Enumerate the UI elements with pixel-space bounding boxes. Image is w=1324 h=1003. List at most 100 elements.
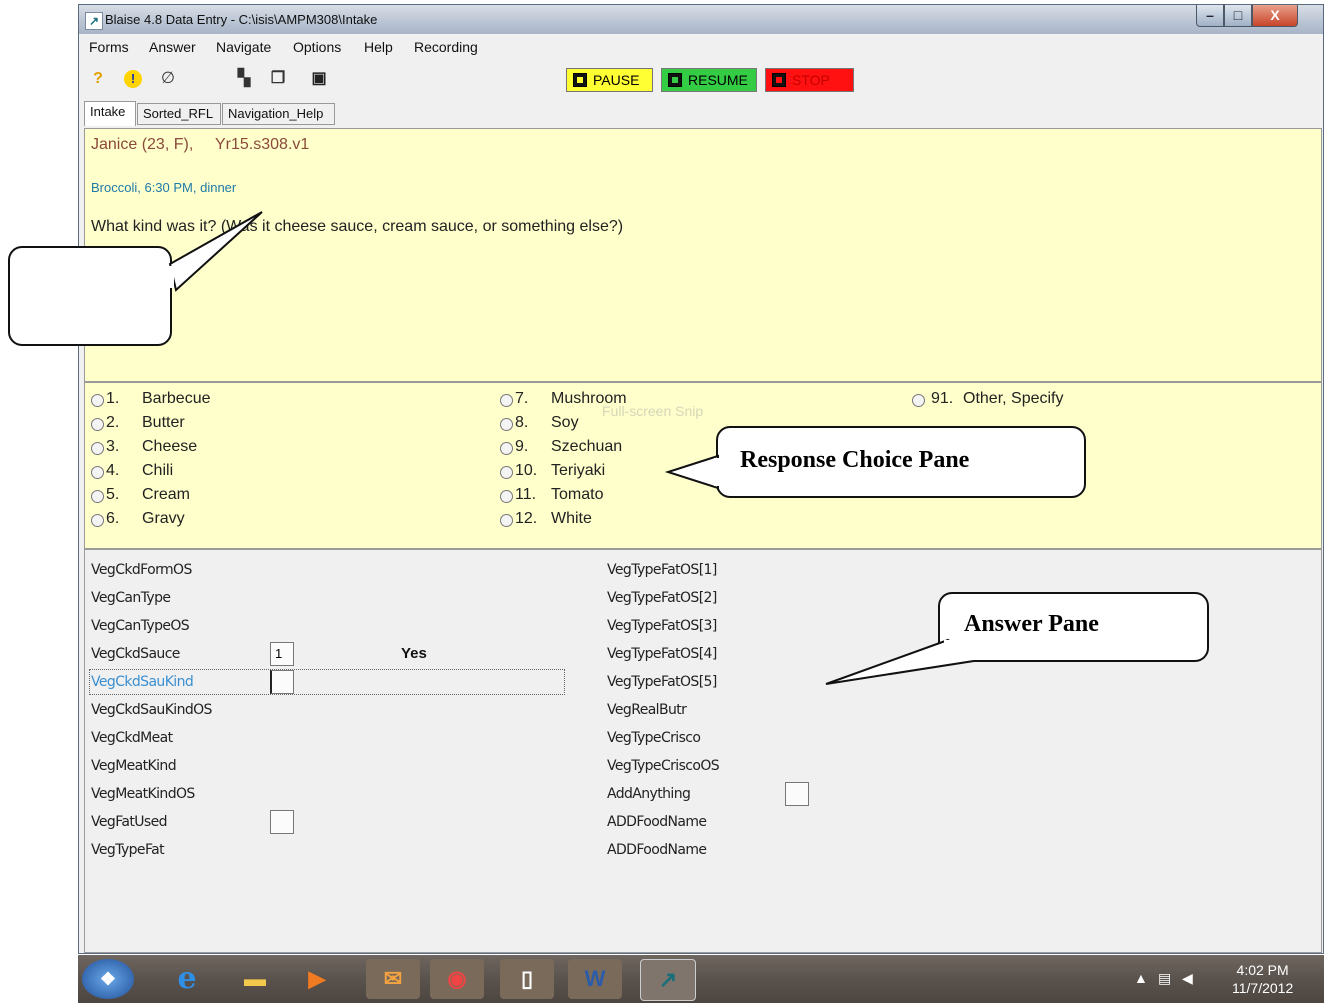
food-context: Broccoli, 6:30 PM, dinner	[91, 180, 237, 195]
answer-field-label[interactable]: VegFatUsed	[91, 814, 167, 830]
radio-icon[interactable]	[500, 418, 513, 431]
answer-field-label[interactable]: ADDFoodName	[607, 842, 707, 858]
choice-label: Mushroom	[551, 390, 627, 407]
question-pane: Janice (23, F), Yr15.s308.v1 Broccoli, 6…	[84, 128, 1322, 382]
word-icon[interactable]: W	[568, 959, 622, 999]
tab-sorted-rfl[interactable]: Sorted_RFL	[137, 103, 221, 125]
question-pane-callout	[8, 246, 172, 346]
choice-label: Gravy	[142, 510, 185, 527]
radio-icon[interactable]	[500, 514, 513, 527]
radio-icon[interactable]	[912, 394, 925, 407]
stop-icon	[772, 73, 786, 87]
tab-navigation-help[interactable]: Navigation_Help	[222, 103, 335, 125]
menu-answer[interactable]: Answer	[149, 39, 196, 55]
stop-label: STOP	[792, 72, 830, 88]
answer-field-label[interactable]: VegRealButr	[607, 702, 687, 718]
callout-text: Answer Pane	[964, 611, 1099, 637]
choice-label: Chili	[142, 462, 174, 479]
answer-field-label[interactable]: VegMeatKind	[91, 758, 177, 774]
current-field-label[interactable]: VegCkdSauKind	[91, 674, 194, 690]
radio-icon[interactable]	[91, 490, 104, 503]
radio-icon[interactable]	[91, 394, 104, 407]
radio-icon[interactable]	[500, 394, 513, 407]
answer-field-label[interactable]: VegCanTypeOS	[91, 618, 190, 634]
resume-button[interactable]: RESUME	[661, 68, 757, 92]
vegfatused-input[interactable]	[270, 810, 294, 834]
answer-field-label[interactable]: VegTypeFatOS[5]	[607, 674, 717, 690]
choice-label: Other, Specify	[963, 390, 1064, 407]
answer-field-label[interactable]: VegTypeFatOS[2]	[607, 590, 717, 606]
clock-time: 4:02 PM	[1236, 962, 1289, 978]
chrome-icon[interactable]: ◉	[430, 959, 484, 999]
search-icon[interactable]: ▚	[235, 70, 253, 88]
radio-icon[interactable]	[91, 466, 104, 479]
clock[interactable]: 4:02 PM 11/7/2012	[1232, 961, 1293, 997]
addanything-input[interactable]	[785, 782, 809, 806]
file-explorer-icon[interactable]: ▬	[228, 959, 282, 999]
choice-number: 8.	[515, 414, 529, 431]
answer-field-label[interactable]: VegTypeCriscoOS	[607, 758, 720, 774]
choice-number: 12.	[515, 510, 538, 527]
alert-icon[interactable]: !	[124, 70, 142, 88]
media-player-icon[interactable]: ▶	[290, 959, 344, 999]
choice-number: 10.	[515, 462, 538, 479]
choice-label: Szechuan	[551, 438, 623, 455]
answer-field-label[interactable]: VegCkdFormOS	[91, 562, 192, 578]
save-icon[interactable]: ▣	[310, 70, 328, 88]
menu-recording[interactable]: Recording	[414, 39, 478, 55]
choice-label: Teriyaki	[551, 462, 606, 479]
pause-icon	[573, 73, 587, 87]
answer-field-label[interactable]: AddAnything	[607, 786, 691, 802]
blaise-icon[interactable]: ↗	[640, 959, 696, 1001]
outlook-icon[interactable]: ✉	[366, 959, 420, 999]
radio-icon[interactable]	[91, 514, 104, 527]
answer-field-label[interactable]: VegCanType	[91, 590, 171, 606]
blaise-app-icon[interactable]: ↗	[85, 12, 103, 30]
internet-explorer-icon[interactable]: e	[160, 959, 214, 999]
answer-pane-callout: Answer Pane	[938, 592, 1209, 662]
menu-forms[interactable]: Forms	[89, 39, 129, 55]
answer-field-label[interactable]: VegTypeCrisco	[607, 730, 701, 746]
radio-icon[interactable]	[500, 466, 513, 479]
network-icon[interactable]: ▤	[1158, 970, 1171, 987]
answer-field-label[interactable]: VegTypeFatOS[1]	[607, 562, 717, 578]
volume-icon[interactable]: ◀	[1182, 970, 1193, 987]
title-bar[interactable]: ↗ Blaise 4.8 Data Entry - C:\isis\AMPM30…	[79, 5, 1323, 34]
clock-date: 11/7/2012	[1232, 980, 1294, 996]
window-title: Blaise 4.8 Data Entry - C:\isis\AMPM308\…	[105, 12, 378, 27]
maximize-button[interactable]: □	[1224, 5, 1252, 27]
answer-field-label[interactable]: ADDFoodName	[607, 814, 707, 830]
stop-button[interactable]: STOP	[765, 68, 854, 92]
choice-number: 1.	[106, 390, 120, 407]
radio-icon[interactable]	[91, 418, 104, 431]
help-icon[interactable]: ?	[89, 70, 107, 88]
answer-field-label[interactable]: VegCkdSauKindOS	[91, 702, 212, 718]
answer-field-label[interactable]: VegCkdMeat	[91, 730, 173, 746]
tab-intake[interactable]: Intake	[84, 101, 136, 126]
attach-icon[interactable]: ∅	[159, 70, 177, 88]
radio-icon[interactable]	[500, 490, 513, 503]
answer-field-label[interactable]: VegMeatKindOS	[91, 786, 195, 802]
vegckdsaukind-input[interactable]	[270, 670, 294, 694]
minimize-button[interactable]: –	[1196, 5, 1224, 27]
response-choice-pane-callout: Response Choice Pane	[716, 426, 1086, 498]
choice-label: Soy	[551, 414, 579, 431]
menu-options[interactable]: Options	[293, 39, 341, 55]
close-button[interactable]: X	[1252, 5, 1298, 27]
show-hidden-icons-icon[interactable]: ▲	[1134, 970, 1148, 986]
pause-button[interactable]: PAUSE	[566, 68, 653, 92]
menu-navigate[interactable]: Navigate	[216, 39, 271, 55]
start-orb-icon[interactable]: ❖	[82, 959, 134, 999]
answer-field-label[interactable]: VegTypeFatOS[4]	[607, 646, 717, 662]
radio-icon[interactable]	[91, 442, 104, 455]
blank-document-icon[interactable]: ▯	[500, 959, 554, 999]
answer-field-label[interactable]: VegTypeFatOS[3]	[607, 618, 717, 634]
vegckdsauce-input[interactable]: 1	[270, 642, 294, 666]
choice-number: 3.	[106, 438, 120, 455]
taskbar: ❖ e ▬ ▶ ✉ ◉ ▯ W ↗ ▲ ▤ ◀ 4:02 PM 11/7/201…	[78, 955, 1324, 1003]
menu-help[interactable]: Help	[364, 39, 393, 55]
radio-icon[interactable]	[500, 442, 513, 455]
answer-field-label[interactable]: VegTypeFat	[91, 842, 165, 858]
copy-icon[interactable]: ❐	[269, 70, 287, 88]
answer-field-label[interactable]: VegCkdSauce	[91, 646, 180, 662]
